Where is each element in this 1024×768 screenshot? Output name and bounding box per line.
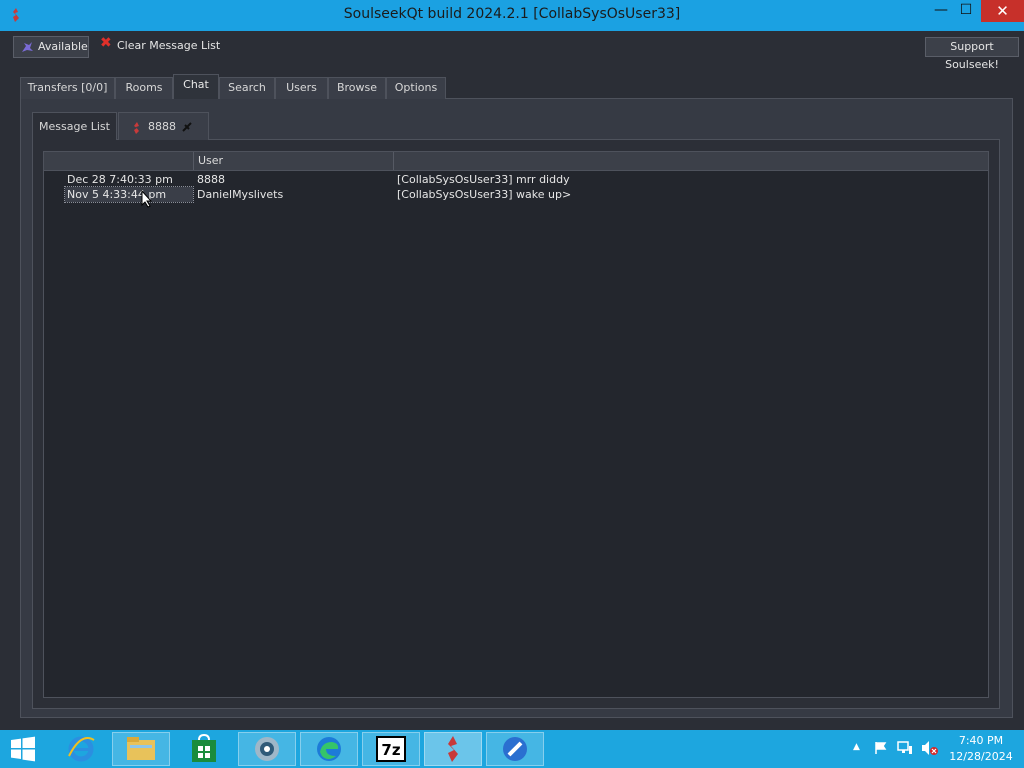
clear-icon: ✖ — [100, 35, 112, 51]
taskbar: 7z ▲ — [0, 730, 1024, 768]
taskbar-app[interactable] — [238, 732, 296, 766]
action-center-flag-icon[interactable] — [874, 741, 888, 755]
table-row[interactable]: Dec 28 7:40:33 pm 8888 [CollabSysOsUser3… — [44, 172, 988, 187]
taskbar-file-explorer[interactable] — [112, 732, 170, 766]
maximize-button[interactable]: ☐ — [950, 2, 982, 24]
clock-time: 7:40 PM — [958, 734, 1004, 747]
row-user: DanielMyslivets — [197, 188, 284, 201]
close-button[interactable]: ✕ — [981, 0, 1024, 22]
support-soulseek-button[interactable]: Support Soulseek! — [925, 37, 1019, 71]
column-header-user[interactable]: User — [194, 152, 394, 170]
table-row[interactable]: Nov 5 4:33:44 pm DanielMyslivets [Collab… — [44, 186, 988, 203]
row-time: Dec 28 7:40:33 pm — [67, 173, 173, 186]
taskbar-edge[interactable] — [300, 732, 358, 766]
7zip-icon: 7z — [376, 736, 406, 762]
tab-browse[interactable]: Browse — [328, 77, 386, 99]
edge-icon — [317, 737, 341, 761]
row-message: [CollabSysOsUser33] wake up> — [397, 188, 572, 201]
system-clock[interactable]: 7:40 PM 12/28/2024 — [942, 733, 1020, 765]
taskbar-7zip[interactable]: 7z — [362, 732, 420, 766]
window-title: SoulseekQt build 2024.2.1 [CollabSysOsUs… — [343, 6, 681, 22]
windows-logo-icon — [11, 736, 35, 762]
store-icon — [192, 734, 216, 762]
taskbar-soulseek[interactable] — [424, 732, 482, 766]
row-message: [CollabSysOsUser33] mrr diddy — [397, 173, 570, 186]
tab-transfers[interactable]: Transfers [0/0] — [20, 77, 115, 99]
app-window: SoulseekQt build 2024.2.1 [CollabSysOsUs… — [0, 0, 1024, 730]
tray-overflow-icon[interactable]: ▲ — [853, 742, 860, 752]
status-label: Available — [38, 40, 88, 53]
soulseek-icon — [448, 736, 458, 762]
column-header-time[interactable] — [44, 152, 194, 170]
status-icon — [22, 42, 33, 52]
file-explorer-icon — [127, 737, 155, 760]
tab-chat[interactable]: Chat — [173, 74, 219, 99]
taskbar-internet-explorer[interactable] — [52, 732, 110, 766]
subtab-label: 8888 — [148, 120, 176, 133]
tab-rooms[interactable]: Rooms — [115, 77, 173, 99]
soulseek-user-icon — [134, 122, 139, 134]
tab-users[interactable]: Users — [275, 77, 328, 99]
clear-label: Clear Message List — [117, 39, 221, 52]
app-icon — [503, 737, 527, 761]
column-header-message[interactable] — [394, 152, 988, 170]
close-tab-icon[interactable] — [181, 121, 193, 133]
internet-explorer-icon — [68, 736, 95, 762]
subtab-message-list[interactable]: Message List — [32, 112, 117, 140]
volume-muted-icon[interactable] — [921, 740, 939, 756]
taskbar-store[interactable] — [175, 732, 233, 766]
table-header: User — [44, 152, 988, 171]
svg-text:7z: 7z — [381, 741, 400, 759]
tab-search[interactable]: Search — [219, 77, 275, 99]
row-user: 8888 — [197, 173, 225, 186]
subtab-user-8888[interactable]: 8888 — [118, 112, 209, 140]
network-icon[interactable] — [897, 740, 913, 756]
mouse-cursor-icon — [141, 190, 153, 208]
start-button[interactable] — [0, 732, 46, 766]
taskbar-app-2[interactable] — [486, 732, 544, 766]
title-bar[interactable]: SoulseekQt build 2024.2.1 [CollabSysOsUs… — [0, 0, 1024, 31]
row-time: Nov 5 4:33:44 pm — [64, 186, 194, 203]
status-button[interactable]: Available — [13, 36, 89, 58]
message-list-table: User Dec 28 7:40:33 pm 8888 [CollabSysOs… — [43, 151, 989, 698]
tab-options[interactable]: Options — [386, 77, 446, 99]
clock-date: 12/28/2024 — [949, 750, 1013, 763]
app-icon — [255, 737, 279, 761]
